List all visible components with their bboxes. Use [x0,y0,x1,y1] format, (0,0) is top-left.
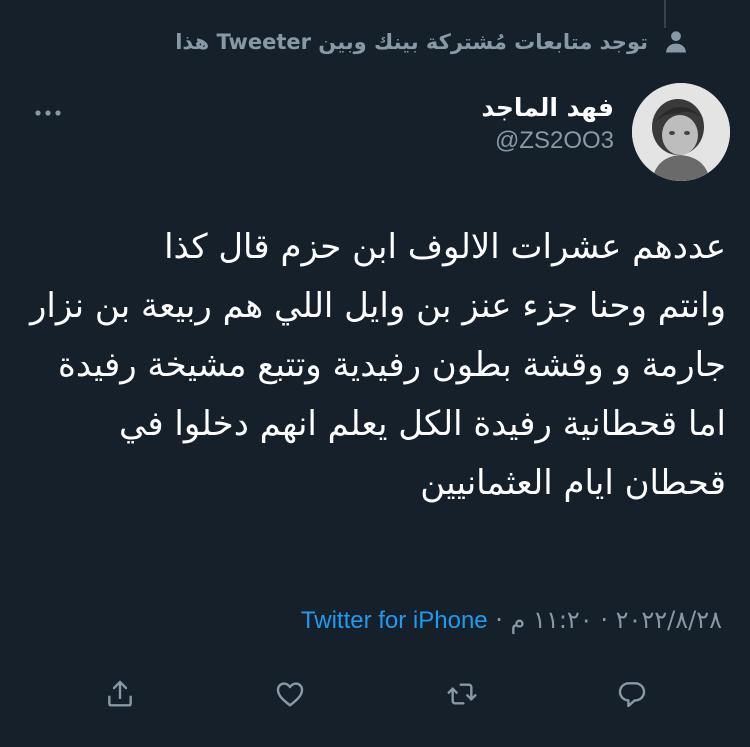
retweet-button[interactable] [440,672,484,716]
reply-icon [618,682,646,708]
avatar[interactable] [632,83,730,181]
retweet-icon [447,683,477,705]
author-names: فهد الماجد @ZS2OO3 [481,91,614,157]
share-icon [108,680,132,707]
like-button[interactable] [268,672,312,716]
avatar-photo [632,83,730,181]
author-display-name[interactable]: فهد الماجد [481,91,614,125]
tweet-header: فهد الماجد @ZS2OO3 [20,83,730,183]
social-context: توجد متابعات مُشتركة بينك وبين Tweeter ه… [20,28,690,56]
thread-connector-line [664,0,666,28]
share-button[interactable] [98,672,142,716]
tweet-timestamp[interactable]: ٢٠٢٢/٨/٢٨ · ١١:٢٠ م [511,606,722,634]
more-options-icon[interactable] [32,105,64,121]
tweet-source-link[interactable]: Twitter for iPhone [301,607,488,634]
tweet-meta: ٢٠٢٢/٨/٢٨ · ١١:٢٠ م · Twitter for iPhone [20,606,722,635]
tweet-text: عددهم عشرات الالوف ابن حزم قال كذا وانتم… [29,227,726,503]
tweet-actions [0,672,750,716]
reply-button[interactable] [610,672,654,716]
social-context-text: توجد متابعات مُشتركة بينك وبين Tweeter ه… [175,30,648,54]
author-handle[interactable]: @ZS2OO3 [481,125,614,157]
heart-icon [276,682,304,707]
person-icon [666,31,686,53]
meta-separator: · [487,606,511,634]
